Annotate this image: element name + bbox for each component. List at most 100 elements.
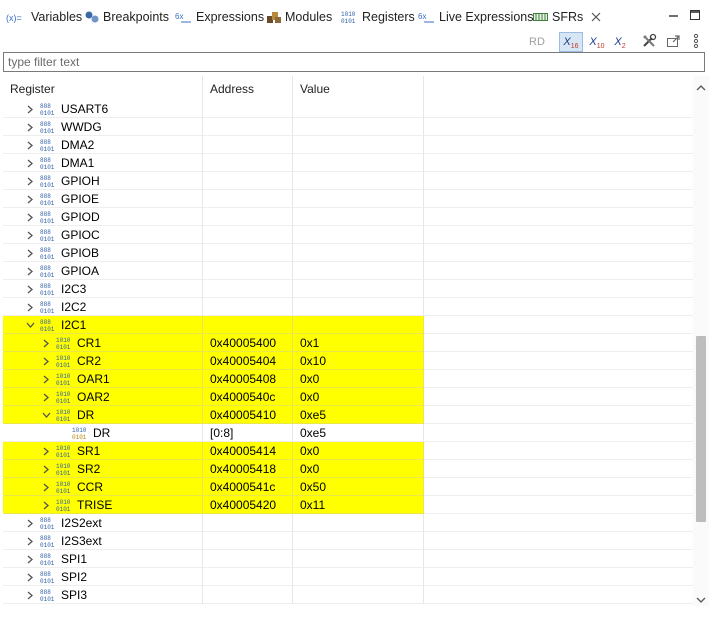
value-cell[interactable]: 0xe5 bbox=[293, 424, 424, 442]
value-cell[interactable] bbox=[293, 514, 424, 532]
chevron-right-icon[interactable] bbox=[25, 154, 35, 171]
scrollbar-thumb[interactable] bbox=[696, 336, 706, 522]
value-cell[interactable]: 0x1 bbox=[293, 334, 424, 352]
chevron-right-icon[interactable] bbox=[25, 568, 35, 585]
tab-registers[interactable]: 1010 0101 Registers bbox=[341, 6, 415, 28]
value-cell[interactable] bbox=[293, 154, 424, 172]
chevron-right-icon[interactable] bbox=[25, 100, 35, 117]
column-header-value[interactable]: Value bbox=[293, 76, 424, 100]
chevron-right-icon[interactable] bbox=[41, 370, 51, 387]
rd-button[interactable]: RD bbox=[526, 32, 548, 52]
tab-modules[interactable]: Modules bbox=[266, 6, 332, 28]
value-cell[interactable] bbox=[293, 190, 424, 208]
chevron-right-icon[interactable] bbox=[25, 550, 35, 567]
export-button[interactable] bbox=[663, 32, 683, 52]
minimize-icon[interactable] bbox=[667, 8, 681, 22]
chevron-right-icon[interactable] bbox=[25, 172, 35, 189]
chevron-right-icon[interactable] bbox=[41, 442, 51, 459]
tab-sfrs[interactable]: SFRs bbox=[533, 6, 602, 28]
settings-tools-button[interactable] bbox=[639, 32, 659, 52]
table-row[interactable]: 1010 0101 SR2 0x40005418 0x0 bbox=[3, 460, 693, 478]
table-row[interactable]: 888 0101 DMA1 bbox=[3, 154, 693, 172]
chevron-right-icon[interactable] bbox=[25, 226, 35, 243]
chevron-right-icon[interactable] bbox=[25, 298, 35, 315]
table-row[interactable]: 1010 0101 OAR1 0x40005408 0x0 bbox=[3, 370, 693, 388]
value-cell[interactable]: 0x0 bbox=[293, 442, 424, 460]
table-row[interactable]: 1010 0101 CCR 0x4000541c 0x50 bbox=[3, 478, 693, 496]
value-cell[interactable] bbox=[293, 172, 424, 190]
chevron-down-icon[interactable] bbox=[25, 316, 35, 333]
value-cell[interactable]: 0x10 bbox=[293, 352, 424, 370]
table-row[interactable]: 888 0101 SPI3 bbox=[3, 586, 693, 604]
table-row[interactable]: 888 0101 GPIOB bbox=[3, 244, 693, 262]
table-row[interactable]: 888 0101 I2C1 bbox=[3, 316, 693, 334]
table-row[interactable]: 888 0101 I2C3 bbox=[3, 280, 693, 298]
scroll-down-icon[interactable] bbox=[696, 593, 706, 607]
tab-breakpoints[interactable]: Breakpoints bbox=[84, 6, 169, 28]
chevron-right-icon[interactable] bbox=[25, 532, 35, 549]
hex-format-button[interactable]: X 16 bbox=[559, 32, 583, 52]
dec-format-button[interactable]: X 10 bbox=[585, 32, 609, 52]
maximize-icon[interactable] bbox=[688, 8, 702, 22]
column-header-register[interactable]: Register bbox=[3, 76, 203, 100]
table-row[interactable]: 888 0101 I2S2ext bbox=[3, 514, 693, 532]
chevron-right-icon[interactable] bbox=[25, 244, 35, 261]
value-cell[interactable] bbox=[293, 262, 424, 280]
chevron-right-icon[interactable] bbox=[25, 208, 35, 225]
value-cell[interactable] bbox=[293, 280, 424, 298]
chevron-right-icon[interactable] bbox=[41, 496, 51, 513]
chevron-down-icon[interactable] bbox=[41, 406, 51, 423]
value-cell[interactable]: 0x11 bbox=[293, 496, 424, 514]
table-row[interactable]: 888 0101 GPIOC bbox=[3, 226, 693, 244]
value-cell[interactable] bbox=[293, 118, 424, 136]
value-cell[interactable] bbox=[293, 208, 424, 226]
table-row[interactable]: 888 0101 SPI2 bbox=[3, 568, 693, 586]
table-row[interactable]: 1010 0101 CR1 0x40005400 0x1 bbox=[3, 334, 693, 352]
value-cell[interactable] bbox=[293, 226, 424, 244]
table-row[interactable]: 888 0101 I2C2 bbox=[3, 298, 693, 316]
table-row[interactable]: 1010 0101 SR1 0x40005414 0x0 bbox=[3, 442, 693, 460]
vertical-scrollbar[interactable] bbox=[693, 76, 709, 606]
table-row[interactable]: 1010 0101 CR2 0x40005404 0x10 bbox=[3, 352, 693, 370]
chevron-right-icon[interactable] bbox=[25, 280, 35, 297]
table-row[interactable]: 888 0101 GPIOD bbox=[3, 208, 693, 226]
bin-format-button[interactable]: X2 bbox=[610, 32, 630, 52]
value-cell[interactable] bbox=[293, 586, 424, 604]
table-row[interactable]: 888 0101 GPIOA bbox=[3, 262, 693, 280]
value-cell[interactable] bbox=[293, 568, 424, 586]
filter-field[interactable] bbox=[3, 52, 705, 72]
value-cell[interactable] bbox=[293, 100, 424, 118]
chevron-right-icon[interactable] bbox=[25, 190, 35, 207]
view-menu-button[interactable] bbox=[688, 32, 704, 52]
table-row[interactable]: 1010 0101 OAR2 0x4000540c 0x0 bbox=[3, 388, 693, 406]
table-row[interactable]: 888 0101 I2S3ext bbox=[3, 532, 693, 550]
value-cell[interactable]: 0x0 bbox=[293, 388, 424, 406]
scroll-up-icon[interactable] bbox=[696, 81, 706, 95]
tab-expressions[interactable]: 6x Expressions bbox=[175, 6, 264, 28]
chevron-right-icon[interactable] bbox=[41, 388, 51, 405]
chevron-right-icon[interactable] bbox=[25, 514, 35, 531]
value-cell[interactable] bbox=[293, 532, 424, 550]
value-cell[interactable]: 0x50 bbox=[293, 478, 424, 496]
table-row[interactable]: 1010 0101 DR [0:8] 0xe5 bbox=[3, 424, 693, 442]
value-cell[interactable] bbox=[293, 298, 424, 316]
chevron-right-icon[interactable] bbox=[25, 118, 35, 135]
chevron-right-icon[interactable] bbox=[25, 586, 35, 603]
table-row[interactable]: 888 0101 DMA2 bbox=[3, 136, 693, 154]
chevron-right-icon[interactable] bbox=[41, 478, 51, 495]
chevron-right-icon[interactable] bbox=[41, 460, 51, 477]
chevron-right-icon[interactable] bbox=[25, 136, 35, 153]
value-cell[interactable] bbox=[293, 136, 424, 154]
table-row[interactable]: 888 0101 USART6 bbox=[3, 100, 693, 118]
value-cell[interactable]: 0xe5 bbox=[293, 406, 424, 424]
tab-live-expressions[interactable]: 6x Live Expressions bbox=[418, 6, 534, 28]
filter-input[interactable] bbox=[8, 54, 698, 70]
chevron-right-icon[interactable] bbox=[41, 334, 51, 351]
table-row[interactable]: 888 0101 SPI1 bbox=[3, 550, 693, 568]
chevron-right-icon[interactable] bbox=[41, 352, 51, 369]
table-row[interactable]: 888 0101 GPIOH bbox=[3, 172, 693, 190]
column-header-address[interactable]: Address bbox=[203, 76, 293, 100]
chevron-right-icon[interactable] bbox=[25, 262, 35, 279]
value-cell[interactable]: 0x0 bbox=[293, 460, 424, 478]
tab-variables[interactable]: (x)= Variables bbox=[6, 6, 82, 28]
